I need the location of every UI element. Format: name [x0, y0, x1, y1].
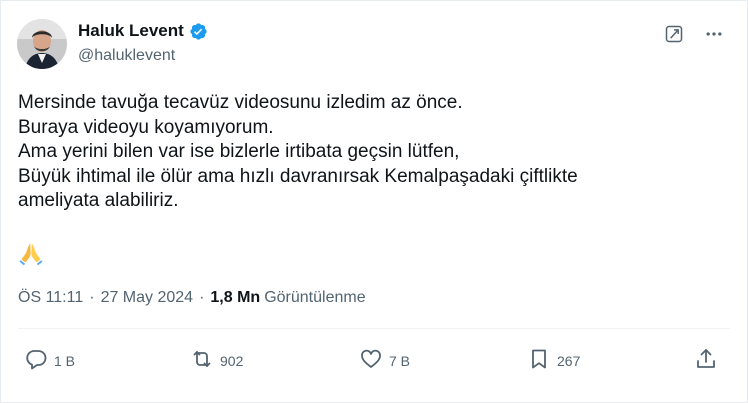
- grok-icon[interactable]: [663, 23, 685, 45]
- tweet-card: Haluk Levent @haluklevent Mersinde tavuğ…: [0, 0, 748, 403]
- heart-icon: [359, 347, 383, 374]
- avatar[interactable]: [17, 19, 67, 69]
- share-icon: [694, 347, 718, 374]
- reply-icon: [24, 347, 48, 374]
- tweet-text: Mersinde tavuğa tecavüz videosunu izledi…: [18, 91, 718, 214]
- tweet-header-controls: [663, 23, 725, 45]
- like-button[interactable]: 7 B: [359, 347, 410, 374]
- tweet-date[interactable]: 27 May 2024: [101, 289, 194, 307]
- author-handle[interactable]: @haluklevent: [78, 47, 175, 65]
- folded-hands-emoji: [18, 240, 44, 266]
- tweet-line: Mersinde tavuğa tecavüz videosunu izledi…: [18, 92, 463, 113]
- tweet-line: Buraya videoyu koyamıyorum.: [18, 116, 274, 138]
- retweet-icon: [190, 347, 214, 374]
- tweet-line: Ama yerini bilen var ise bizlerle irtiba…: [18, 141, 460, 162]
- tweet-line: Büyük ihtimal ile ölür ama hızlı davranı…: [18, 165, 578, 187]
- reply-button[interactable]: 1 B: [24, 347, 75, 374]
- tweet-line: ameliyata alabiliriz.: [18, 190, 179, 211]
- author-name[interactable]: Haluk Levent: [78, 21, 184, 41]
- bookmark-button[interactable]: 267: [527, 347, 580, 374]
- divider: [18, 328, 730, 329]
- views-count: 1,8 Mn: [210, 289, 261, 306]
- bookmark-icon: [527, 347, 551, 374]
- views-label: Görüntülenme: [264, 289, 366, 306]
- tweet-actions: 1 B 902 7 B 267: [1, 347, 748, 377]
- retweet-count: 902: [220, 352, 244, 369]
- share-button[interactable]: [694, 347, 718, 374]
- bookmark-count: 267: [557, 352, 581, 369]
- meta-separator: ·: [199, 289, 205, 306]
- tweet-time[interactable]: ÖS 11:11: [18, 289, 83, 307]
- more-options-icon[interactable]: [703, 23, 725, 45]
- tweet-meta: ÖS 11:11 · 27 May 2024 · 1,8 Mn Görüntül…: [18, 289, 366, 307]
- author-name-row[interactable]: Haluk Levent: [78, 21, 208, 41]
- like-count: 7 B: [389, 352, 411, 369]
- verified-badge-icon: [189, 22, 208, 41]
- reply-count: 1 B: [54, 352, 76, 369]
- retweet-button[interactable]: 902: [190, 347, 243, 374]
- meta-separator: ·: [89, 289, 95, 306]
